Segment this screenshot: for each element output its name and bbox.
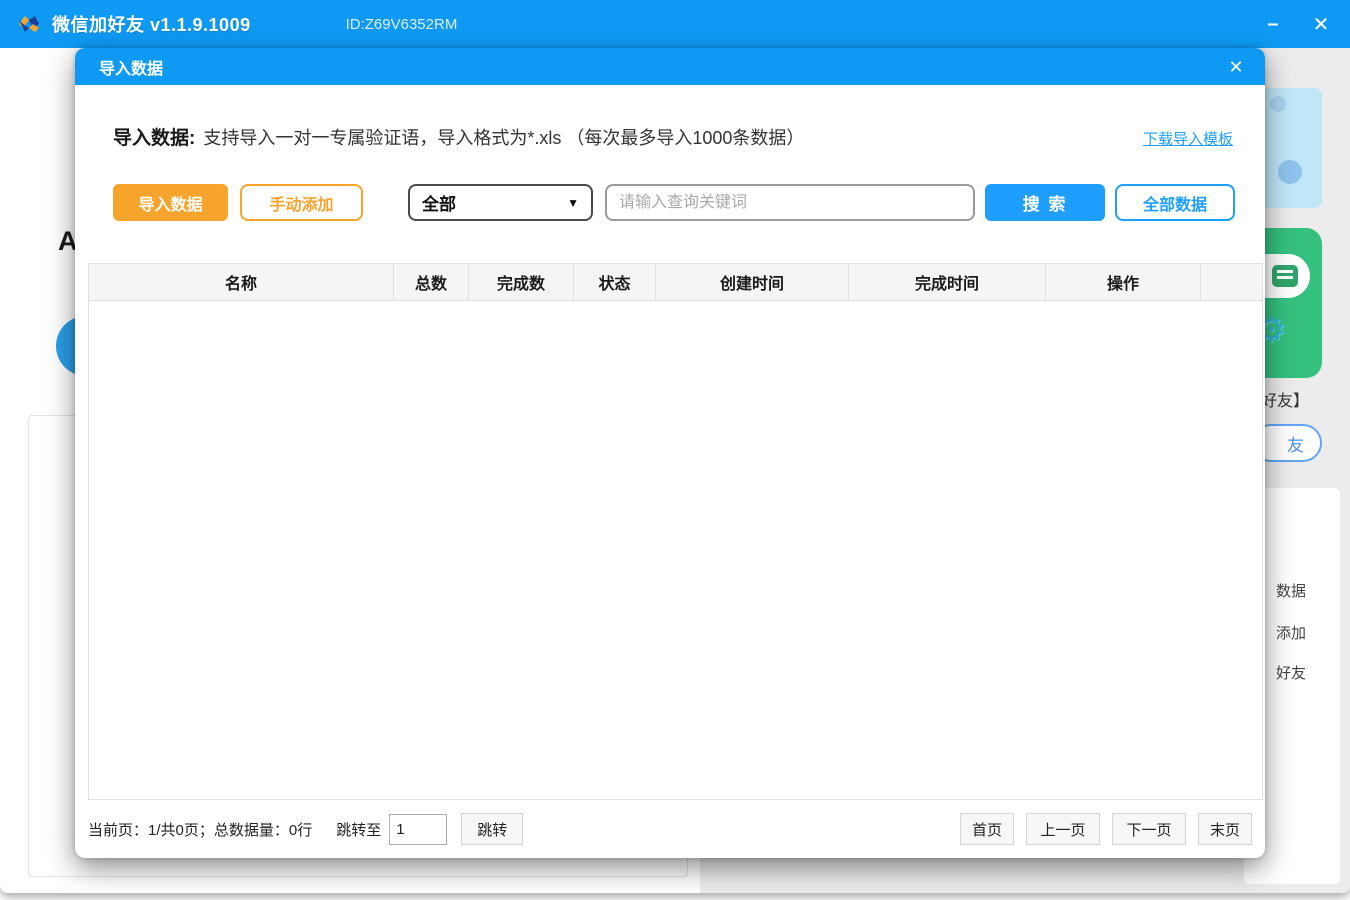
next-page-button[interactable]: 下一页 — [1112, 813, 1186, 845]
modal-description: 导入数据: 支持导入一对一专属验证语，导入格式为*.xls （每次最多导入100… — [113, 123, 1233, 150]
download-template-link[interactable]: 下载导入模板 — [1143, 128, 1233, 149]
chat-window-icon — [1272, 265, 1298, 287]
filter-selected-value: 全部 — [422, 190, 456, 215]
background-caption-fragment: 好友】 — [1261, 387, 1309, 411]
menu-item-fragment[interactable]: 好友 — [1276, 662, 1306, 683]
bubble-icon — [1278, 160, 1302, 184]
jump-button[interactable]: 跳转 — [461, 813, 523, 845]
column-header-completed: 完成数 — [469, 264, 574, 300]
pagination-bar: 当前页：1/共0页；总数据量：0行 跳转至 跳转 首页 上一页 下一页 末页 — [88, 812, 1252, 846]
app-id-label: ID:Z69V6352RM — [346, 16, 458, 33]
column-header-finished: 完成时间 — [849, 264, 1046, 300]
filter-dropdown[interactable]: 全部 ▼ — [408, 184, 593, 221]
modal-toolbar: 导入数据 手动添加 全部 ▼ 搜 索 全部数据 — [113, 184, 1235, 222]
modal-title: 导入数据 — [99, 55, 163, 79]
column-header-empty — [1201, 264, 1262, 300]
description-text: 支持导入一对一专属验证语，导入格式为*.xls （每次最多导入1000条数据） — [203, 124, 804, 150]
column-header-name: 名称 — [89, 264, 394, 300]
app-title: 微信加好友 v1.1.9.1009 — [52, 11, 251, 37]
column-header-total: 总数 — [394, 264, 469, 300]
column-header-created: 创建时间 — [656, 264, 849, 300]
import-data-modal: 导入数据 ✕ 导入数据: 支持导入一对一专属验证语，导入格式为*.xls （每次… — [75, 48, 1265, 858]
minimize-button[interactable]: – — [1256, 7, 1290, 41]
first-page-button[interactable]: 首页 — [960, 813, 1014, 845]
column-header-actions: 操作 — [1046, 264, 1201, 300]
column-header-status: 状态 — [574, 264, 656, 300]
search-button[interactable]: 搜 索 — [985, 184, 1105, 221]
manual-add-button[interactable]: 手动添加 — [240, 184, 363, 221]
menu-item-fragment[interactable]: 数据 — [1276, 580, 1306, 601]
modal-header: 导入数据 ✕ — [75, 48, 1265, 85]
import-data-table: 名称 总数 完成数 状态 创建时间 完成时间 操作 — [88, 263, 1263, 800]
description-label: 导入数据: — [113, 123, 195, 150]
pill-button-label: 友 — [1287, 431, 1304, 456]
pagination-summary: 当前页：1/共0页；总数据量：0行 — [88, 819, 312, 840]
prev-page-button[interactable]: 上一页 — [1026, 813, 1100, 845]
menu-item-fragment[interactable]: 添加 — [1276, 622, 1306, 643]
bubble-icon — [1270, 96, 1286, 112]
table-header-row: 名称 总数 完成数 状态 创建时间 完成时间 操作 — [89, 264, 1262, 301]
modal-close-button[interactable]: ✕ — [1221, 52, 1251, 82]
titlebar: 微信加好友 v1.1.9.1009 ID:Z69V6352RM – ✕ — [0, 0, 1350, 48]
last-page-button[interactable]: 末页 — [1198, 813, 1252, 845]
window-close-button[interactable]: ✕ — [1304, 7, 1338, 41]
jump-to-label: 跳转至 — [336, 819, 381, 840]
jump-page-input[interactable] — [389, 814, 447, 845]
chevron-down-icon: ▼ — [567, 196, 579, 210]
import-data-button[interactable]: 导入数据 — [113, 184, 228, 221]
app-logo-icon — [16, 11, 42, 37]
all-data-button[interactable]: 全部数据 — [1115, 184, 1235, 221]
search-input[interactable] — [605, 184, 975, 221]
app-window: A ⚙ 好友】 友 数据 添加 好友 微信加好友 v1.1.9.1009 ID:… — [0, 0, 1350, 893]
